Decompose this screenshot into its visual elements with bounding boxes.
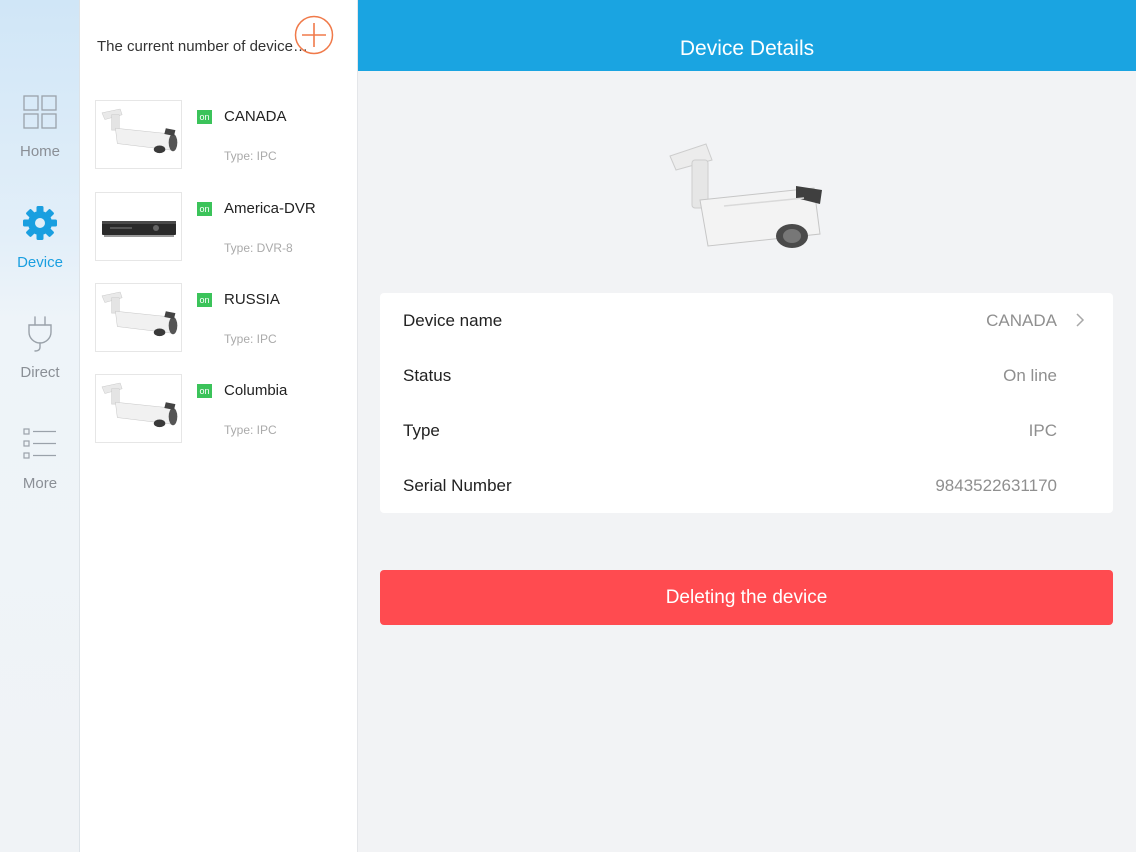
device-name-row[interactable]: Device name CANADA [380,293,1113,348]
type-row: Type IPC [380,403,1113,458]
type-value: IPC [1028,421,1057,440]
camera-icon [101,291,178,337]
device-name: Columbia [224,382,288,399]
plus-circle-icon[interactable] [294,15,334,55]
serial-number-label: Serial Number [403,476,512,495]
navigation-bar: Device Details [358,0,1136,71]
status-row: Status On line [380,348,1113,403]
device-item-columbia[interactable]: on Columbia Type: IPC [95,374,345,444]
device-name-value: CANADA [986,311,1057,330]
list-icon [23,428,56,459]
device-info-card: Device name CANADA Status On line Type I… [380,293,1113,513]
status-badge: on [197,384,212,398]
device-name: America-DVR [224,200,316,217]
serial-number-row: Serial Number 9843522631170 [380,458,1113,513]
device-thumbnail [95,374,182,443]
status-badge: on [197,202,212,216]
dvr-icon [102,221,176,237]
device-type: Type: DVR-8 [224,241,293,255]
tab-device[interactable]: Device [0,206,80,296]
device-thumbnail [95,100,182,169]
device-count-header: The current number of devices... [97,38,312,55]
plug-icon [28,316,52,352]
status-value: On line [1003,366,1057,385]
status-badge: on [197,110,212,124]
status-badge: on [197,293,212,307]
page-title: Device Details [679,37,815,60]
camera-icon [101,382,178,428]
device-item-canada[interactable]: on CANADA Type: IPC [95,100,345,170]
device-name: RUSSIA [224,291,280,308]
device-thumbnail [95,192,182,261]
camera-icon [101,108,178,154]
device-name: CANADA [224,108,287,125]
gear-icon [23,206,57,240]
tab-more-label: More [22,475,58,492]
device-image [669,143,822,248]
device-name-label: Device name [403,311,503,330]
grid-icon [23,95,57,129]
type-label: Type [403,421,440,440]
serial-number-value: 9843522631170 [935,476,1057,495]
status-label: Status [403,366,452,385]
delete-device-button[interactable]: Deleting the device [380,570,1113,625]
tab-more[interactable]: More [0,427,80,517]
tab-direct-label: Direct [20,364,60,381]
tab-device-label: Device [17,254,63,271]
tab-home-label: Home [19,143,60,160]
tab-home[interactable]: Home [0,95,80,185]
device-list-panel: The current number of devices... on CANA… [80,0,358,852]
tab-direct[interactable]: Direct [0,316,80,406]
device-type: Type: IPC [224,423,277,437]
device-item-america-dvr[interactable]: on America-DVR Type: DVR-8 [95,192,345,262]
device-item-russia[interactable]: on RUSSIA Type: IPC [95,283,345,353]
device-type: Type: IPC [224,332,277,346]
tab-rail: Home Device Direct More [0,0,80,852]
device-type: Type: IPC [224,149,277,163]
device-thumbnail [95,283,182,352]
chevron-right-icon [1076,313,1085,327]
